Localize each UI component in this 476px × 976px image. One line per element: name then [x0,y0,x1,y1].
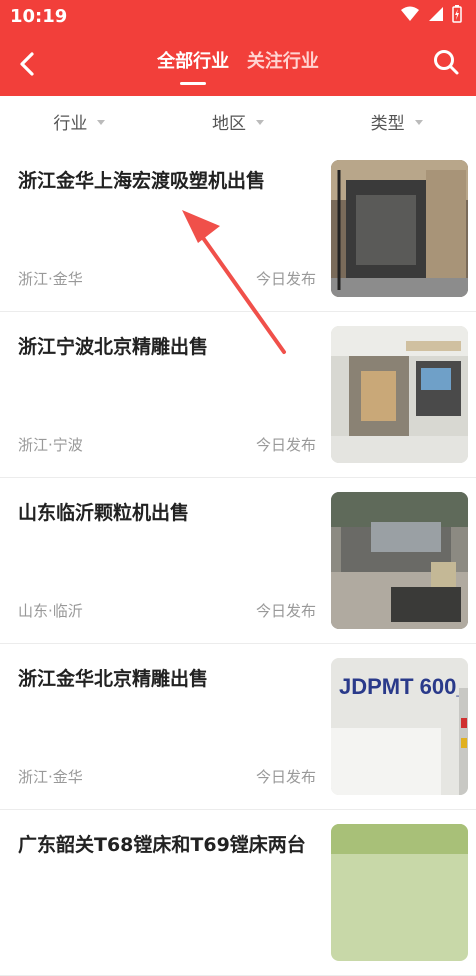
status-icons [400,5,462,23]
listing-list: 浙江金华上海宏渡吸塑机出售 浙江·金华 今日发布 浙江宁波北京精雕出售 浙江·宁… [0,146,476,976]
listing-thumbnail [331,492,468,629]
filter-region[interactable]: 地区 [159,109,318,134]
industry-tabs: 全部行业 关注行业 [0,47,476,73]
listing-thumbnail: JDPMT 600_A8 [331,658,468,795]
listing-thumbnail [331,326,468,463]
listing-date: 今日发布 [255,436,316,454]
listing-location: 浙江·金华 [18,270,83,288]
tab-all-industries[interactable]: 全部行业 [157,47,229,73]
listing-title: 山东临沂颗粒机出售 [18,502,190,524]
listing-date: 今日发布 [255,602,316,620]
listing-date: 今日发布 [255,768,316,786]
listing-title: 浙江金华上海宏渡吸塑机出售 [18,170,266,192]
app-header: 10:19 全部行业 关注行业 [0,0,476,96]
battery-icon [452,5,462,23]
thumbnail-label: JDPMT 600_A8 [339,674,468,699]
status-time: 10:19 [10,6,68,27]
list-item[interactable]: 浙江金华北京精雕出售 浙江·金华 今日发布 JDPMT 600_A8 [0,644,476,810]
caret-down-icon [414,119,423,125]
list-item[interactable]: 山东临沂颗粒机出售 山东·临沂 今日发布 [0,478,476,644]
listing-location: 浙江·金华 [18,768,83,786]
list-item[interactable]: 浙江宁波北京精雕出售 浙江·宁波 今日发布 [0,312,476,478]
signal-icon [429,7,443,21]
search-icon[interactable] [432,48,460,76]
listing-title: 浙江金华北京精雕出售 [18,668,209,690]
filter-label: 地区 [212,113,246,134]
listing-title: 广东韶关T68镗床和T69镗床两台 [18,834,306,856]
caret-down-icon [97,119,106,125]
filter-label: 行业 [53,113,88,134]
filter-bar: 行业 地区 类型 [0,96,476,147]
listing-title: 浙江宁波北京精雕出售 [18,336,209,358]
tab-followed-industries[interactable]: 关注行业 [247,47,319,73]
wifi-icon [401,6,419,21]
listing-location: 浙江·宁波 [18,436,83,454]
list-item[interactable]: 浙江金华上海宏渡吸塑机出售 浙江·金华 今日发布 [0,146,476,312]
listing-thumbnail [331,160,468,297]
filter-label: 类型 [370,113,405,134]
filter-type[interactable]: 类型 [317,109,476,134]
list-item[interactable]: 广东韶关T68镗床和T69镗床两台 [0,810,476,976]
listing-thumbnail [331,824,468,961]
filter-industry[interactable]: 行业 [0,109,159,134]
listing-location: 山东·临沂 [18,602,83,620]
caret-down-icon [256,119,264,125]
listing-date: 今日发布 [255,270,316,288]
